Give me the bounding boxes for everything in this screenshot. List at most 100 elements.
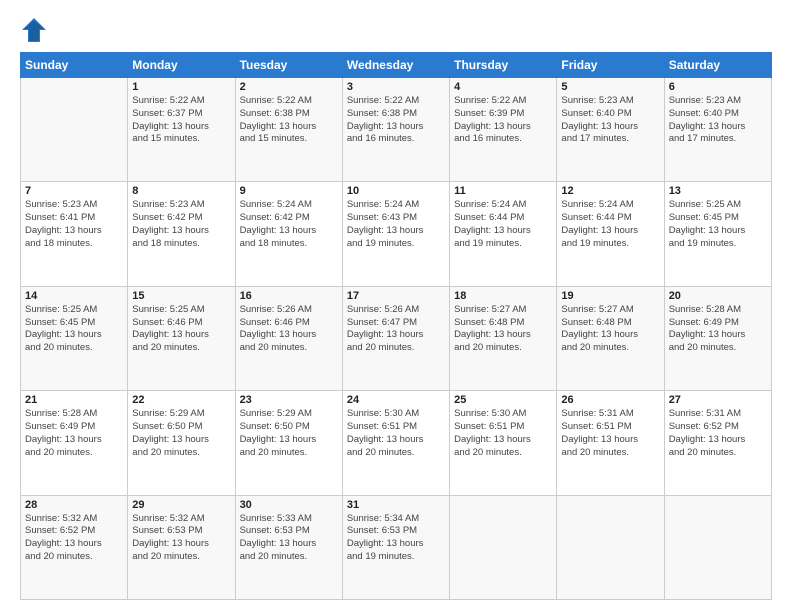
week-row-3: 14 Sunrise: 5:25 AMSunset: 6:45 PMDayligh… bbox=[21, 286, 772, 390]
calendar-cell: 10 Sunrise: 5:24 AMSunset: 6:43 PMDayligh… bbox=[342, 182, 449, 286]
day-number: 15 bbox=[132, 290, 230, 302]
calendar-cell: 22 Sunrise: 5:29 AMSunset: 6:50 PMDayligh… bbox=[128, 391, 235, 495]
day-info: Sunrise: 5:26 AMSunset: 6:47 PMDaylight:… bbox=[347, 304, 445, 355]
day-info: Sunrise: 5:24 AMSunset: 6:44 PMDaylight:… bbox=[454, 199, 552, 250]
calendar-cell: 17 Sunrise: 5:26 AMSunset: 6:47 PMDayligh… bbox=[342, 286, 449, 390]
day-number: 4 bbox=[454, 81, 552, 93]
calendar-cell: 13 Sunrise: 5:25 AMSunset: 6:45 PMDayligh… bbox=[664, 182, 771, 286]
calendar-cell: 28 Sunrise: 5:32 AMSunset: 6:52 PMDayligh… bbox=[21, 495, 128, 599]
calendar-cell: 31Sunrise: 5:34 AMSunset: 6:53 PMDayligh… bbox=[342, 495, 449, 599]
day-number: 17 bbox=[347, 290, 445, 302]
day-info: Sunrise: 5:24 AMSunset: 6:43 PMDaylight:… bbox=[347, 199, 445, 250]
day-info: Sunrise: 5:22 AMSunset: 6:37 PMDaylight:… bbox=[132, 95, 230, 146]
day-info: Sunrise: 5:25 AMSunset: 6:45 PMDaylight:… bbox=[25, 304, 123, 355]
calendar-cell: 6Sunrise: 5:23 AMSunset: 6:40 PMDaylight… bbox=[664, 78, 771, 182]
calendar-cell bbox=[557, 495, 664, 599]
day-info: Sunrise: 5:30 AMSunset: 6:51 PMDaylight:… bbox=[454, 408, 552, 459]
day-number: 11 bbox=[454, 185, 552, 197]
calendar-cell: 29 Sunrise: 5:32 AMSunset: 6:53 PMDayligh… bbox=[128, 495, 235, 599]
day-info: Sunrise: 5:32 AMSunset: 6:52 PMDaylight:… bbox=[25, 513, 123, 564]
calendar-cell bbox=[21, 78, 128, 182]
day-number: 12 bbox=[561, 185, 659, 197]
weekday-header-sunday: Sunday bbox=[21, 53, 128, 78]
weekday-header-monday: Monday bbox=[128, 53, 235, 78]
day-number: 2 bbox=[240, 81, 338, 93]
day-info: Sunrise: 5:23 AMSunset: 6:40 PMDaylight:… bbox=[669, 95, 767, 146]
day-number: 19 bbox=[561, 290, 659, 302]
week-row-4: 21 Sunrise: 5:28 AMSunset: 6:49 PMDayligh… bbox=[21, 391, 772, 495]
calendar-cell: 1Sunrise: 5:22 AMSunset: 6:37 PMDaylight… bbox=[128, 78, 235, 182]
day-number: 21 bbox=[25, 394, 123, 406]
calendar-cell bbox=[664, 495, 771, 599]
day-info: Sunrise: 5:23 AMSunset: 6:42 PMDaylight:… bbox=[132, 199, 230, 250]
day-info: Sunrise: 5:32 AMSunset: 6:53 PMDaylight:… bbox=[132, 513, 230, 564]
day-info: Sunrise: 5:29 AMSunset: 6:50 PMDaylight:… bbox=[240, 408, 338, 459]
day-number: 13 bbox=[669, 185, 767, 197]
day-info: Sunrise: 5:28 AMSunset: 6:49 PMDaylight:… bbox=[669, 304, 767, 355]
weekday-header-saturday: Saturday bbox=[664, 53, 771, 78]
day-info: Sunrise: 5:28 AMSunset: 6:49 PMDaylight:… bbox=[25, 408, 123, 459]
day-info: Sunrise: 5:22 AMSunset: 6:38 PMDaylight:… bbox=[240, 95, 338, 146]
calendar-cell: 11 Sunrise: 5:24 AMSunset: 6:44 PMDayligh… bbox=[450, 182, 557, 286]
day-number: 3 bbox=[347, 81, 445, 93]
week-row-5: 28 Sunrise: 5:32 AMSunset: 6:52 PMDayligh… bbox=[21, 495, 772, 599]
calendar-cell: 30Sunrise: 5:33 AMSunset: 6:53 PMDayligh… bbox=[235, 495, 342, 599]
day-number: 25 bbox=[454, 394, 552, 406]
day-info: Sunrise: 5:23 AMSunset: 6:40 PMDaylight:… bbox=[561, 95, 659, 146]
day-info: Sunrise: 5:25 AMSunset: 6:45 PMDaylight:… bbox=[669, 199, 767, 250]
calendar-cell: 24Sunrise: 5:30 AMSunset: 6:51 PMDayligh… bbox=[342, 391, 449, 495]
weekday-header-thursday: Thursday bbox=[450, 53, 557, 78]
day-number: 29 bbox=[132, 499, 230, 511]
calendar-cell: 4 Sunrise: 5:22 AMSunset: 6:39 PMDaylight… bbox=[450, 78, 557, 182]
day-number: 10 bbox=[347, 185, 445, 197]
calendar-cell: 20 Sunrise: 5:28 AMSunset: 6:49 PMDayligh… bbox=[664, 286, 771, 390]
week-row-1: 1Sunrise: 5:22 AMSunset: 6:37 PMDaylight… bbox=[21, 78, 772, 182]
header bbox=[20, 16, 772, 44]
calendar-cell: 3Sunrise: 5:22 AMSunset: 6:38 PMDaylight… bbox=[342, 78, 449, 182]
day-info: Sunrise: 5:23 AMSunset: 6:41 PMDaylight:… bbox=[25, 199, 123, 250]
calendar-cell: 7Sunrise: 5:23 AMSunset: 6:41 PMDaylight… bbox=[21, 182, 128, 286]
calendar-cell: 21 Sunrise: 5:28 AMSunset: 6:49 PMDayligh… bbox=[21, 391, 128, 495]
day-info: Sunrise: 5:27 AMSunset: 6:48 PMDaylight:… bbox=[454, 304, 552, 355]
day-info: Sunrise: 5:24 AMSunset: 6:44 PMDaylight:… bbox=[561, 199, 659, 250]
day-number: 18 bbox=[454, 290, 552, 302]
day-number: 26 bbox=[561, 394, 659, 406]
day-info: Sunrise: 5:33 AMSunset: 6:53 PMDaylight:… bbox=[240, 513, 338, 564]
day-info: Sunrise: 5:26 AMSunset: 6:46 PMDaylight:… bbox=[240, 304, 338, 355]
week-row-2: 7Sunrise: 5:23 AMSunset: 6:41 PMDaylight… bbox=[21, 182, 772, 286]
calendar-page: SundayMondayTuesdayWednesdayThursdayFrid… bbox=[0, 0, 792, 612]
calendar-cell: 12 Sunrise: 5:24 AMSunset: 6:44 PMDayligh… bbox=[557, 182, 664, 286]
calendar-cell: 15Sunrise: 5:25 AMSunset: 6:46 PMDayligh… bbox=[128, 286, 235, 390]
calendar-cell: 27 Sunrise: 5:31 AMSunset: 6:52 PMDayligh… bbox=[664, 391, 771, 495]
day-info: Sunrise: 5:29 AMSunset: 6:50 PMDaylight:… bbox=[132, 408, 230, 459]
logo-icon bbox=[20, 16, 48, 44]
day-number: 27 bbox=[669, 394, 767, 406]
day-number: 31 bbox=[347, 499, 445, 511]
day-number: 16 bbox=[240, 290, 338, 302]
calendar-cell: 5Sunrise: 5:23 AMSunset: 6:40 PMDaylight… bbox=[557, 78, 664, 182]
day-number: 14 bbox=[25, 290, 123, 302]
calendar-table: SundayMondayTuesdayWednesdayThursdayFrid… bbox=[20, 52, 772, 600]
calendar-cell: 19 Sunrise: 5:27 AMSunset: 6:48 PMDayligh… bbox=[557, 286, 664, 390]
day-number: 22 bbox=[132, 394, 230, 406]
day-info: Sunrise: 5:31 AMSunset: 6:51 PMDaylight:… bbox=[561, 408, 659, 459]
calendar-cell: 9Sunrise: 5:24 AMSunset: 6:42 PMDaylight… bbox=[235, 182, 342, 286]
day-info: Sunrise: 5:27 AMSunset: 6:48 PMDaylight:… bbox=[561, 304, 659, 355]
day-number: 20 bbox=[669, 290, 767, 302]
day-info: Sunrise: 5:31 AMSunset: 6:52 PMDaylight:… bbox=[669, 408, 767, 459]
weekday-header-tuesday: Tuesday bbox=[235, 53, 342, 78]
logo bbox=[20, 16, 52, 44]
day-number: 8 bbox=[132, 185, 230, 197]
calendar-cell: 2 Sunrise: 5:22 AMSunset: 6:38 PMDaylight… bbox=[235, 78, 342, 182]
weekday-header-friday: Friday bbox=[557, 53, 664, 78]
day-number: 23 bbox=[240, 394, 338, 406]
day-info: Sunrise: 5:22 AMSunset: 6:39 PMDaylight:… bbox=[454, 95, 552, 146]
weekday-header-row: SundayMondayTuesdayWednesdayThursdayFrid… bbox=[21, 53, 772, 78]
calendar-cell: 25 Sunrise: 5:30 AMSunset: 6:51 PMDayligh… bbox=[450, 391, 557, 495]
calendar-cell bbox=[450, 495, 557, 599]
day-number: 9 bbox=[240, 185, 338, 197]
day-number: 28 bbox=[25, 499, 123, 511]
calendar-cell: 16 Sunrise: 5:26 AMSunset: 6:46 PMDayligh… bbox=[235, 286, 342, 390]
calendar-cell: 23 Sunrise: 5:29 AMSunset: 6:50 PMDayligh… bbox=[235, 391, 342, 495]
day-number: 24 bbox=[347, 394, 445, 406]
